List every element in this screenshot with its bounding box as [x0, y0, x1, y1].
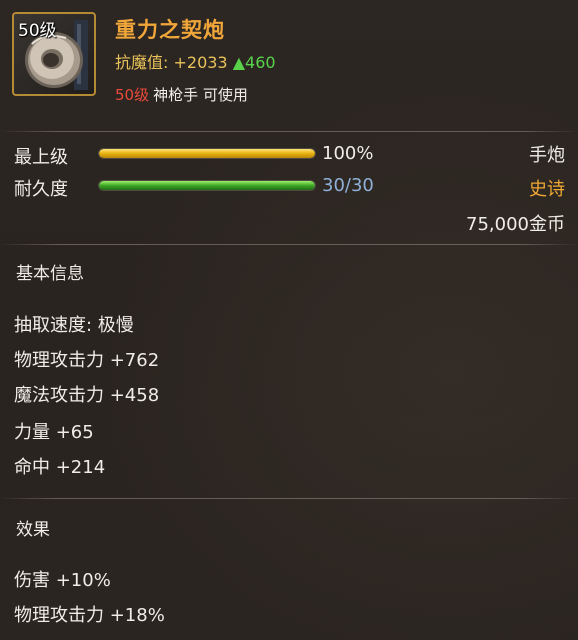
durability-value: 30/30 [322, 175, 374, 196]
durability-bar [98, 180, 316, 191]
item-price: 75,000金币 [466, 214, 565, 235]
item-icon-frame[interactable]: 50级 [12, 12, 96, 96]
durability-label: 耐久度 [14, 179, 68, 200]
divider [0, 131, 578, 132]
max-level-bar [98, 148, 316, 159]
max-level-label: 最上级 [14, 147, 68, 168]
item-tooltip: 50级 重力之契炮 抗魔值: +2033 ▲460 50级 神枪手 可使用 最上级… [0, 0, 578, 640]
max-level-value: 100% [322, 143, 374, 164]
divider [0, 498, 578, 499]
durability-bar-fill [99, 181, 315, 190]
magic-resist-row: 抗魔值: +2033 ▲460 [115, 49, 276, 73]
basic-info-line: 魔法攻击力 +458 [14, 385, 160, 406]
divider [0, 244, 578, 245]
item-icon-level: 50级 [18, 21, 57, 41]
magic-resist-value: +2033 [173, 53, 228, 72]
magic-resist-label: 抗魔值: [115, 53, 174, 72]
item-name: 重力之契炮 [115, 18, 225, 42]
basic-info-title: 基本信息 [16, 264, 84, 284]
basic-info-line: 物理攻击力 +762 [14, 350, 160, 371]
max-level-bar-fill [99, 149, 315, 158]
basic-info-line: 命中 +214 [14, 457, 106, 478]
basic-info-line: 力量 +65 [14, 422, 94, 443]
item-type: 手炮 [529, 145, 565, 166]
magic-resist-delta: ▲460 [232, 53, 276, 72]
effect-line: 物理攻击力 +18% [14, 605, 165, 626]
requirement-row: 50级 神枪手 可使用 [115, 84, 248, 105]
required-class: 神枪手 可使用 [153, 86, 248, 104]
required-level: 50级 [115, 86, 150, 104]
basic-info-line: 抽取速度: 极慢 [14, 315, 134, 336]
effect-line: 伤害 +10% [14, 570, 111, 591]
effects-title: 效果 [16, 520, 50, 540]
item-rarity: 史诗 [529, 179, 565, 200]
